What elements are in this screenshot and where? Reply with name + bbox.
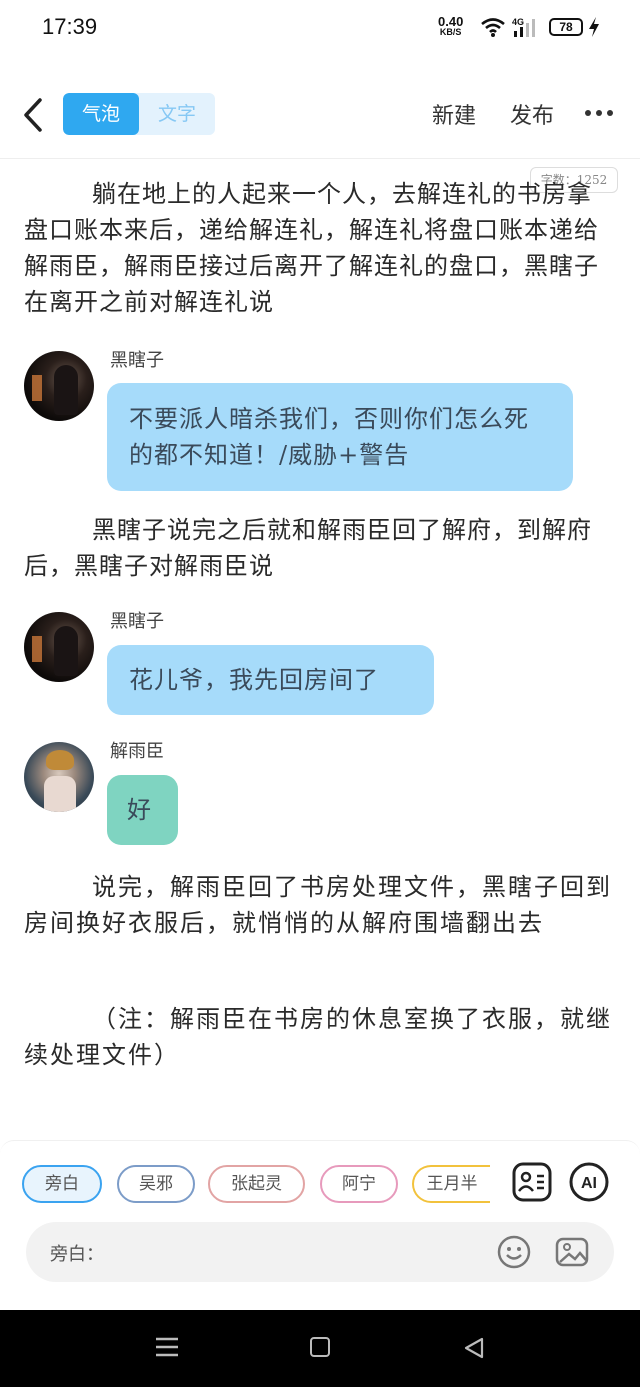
chat-bubble[interactable]: 花儿爷，我先回房间了 <box>107 645 434 715</box>
avatar[interactable] <box>24 351 94 421</box>
net-speed-unit: KB/S <box>439 27 462 37</box>
emoji-icon[interactable] <box>496 1234 532 1270</box>
chat-bubble[interactable]: 好 <box>107 775 178 845</box>
charging-bolt-icon <box>589 17 599 37</box>
recents-icon[interactable] <box>154 1335 180 1359</box>
avatar[interactable] <box>24 612 94 682</box>
input-bar: 旁白： <box>26 1222 614 1282</box>
back-arrow-icon[interactable] <box>20 96 46 134</box>
input-role-label: 旁白： <box>50 1244 104 1265</box>
narration-paragraph[interactable]: （注：解雨臣在书房的休息室换了衣服，就继续处理文件） <box>24 1001 612 1073</box>
system-nav-bar <box>0 1310 640 1387</box>
avatar[interactable] <box>24 742 94 812</box>
narration-input[interactable] <box>116 1234 486 1270</box>
role-chip-wuxie[interactable]: 吴邪 <box>117 1165 195 1203</box>
ai-button[interactable]: AI <box>568 1161 610 1203</box>
tab-text[interactable]: 文字 <box>139 93 215 135</box>
mode-switch: 气泡 文字 <box>63 93 215 135</box>
header-divider <box>0 158 640 159</box>
new-button[interactable]: 新建 <box>432 98 476 130</box>
wifi-icon <box>481 18 505 37</box>
speaker-name: 黑瞎子 <box>110 350 164 371</box>
more-icon[interactable] <box>585 110 613 118</box>
image-icon[interactable] <box>554 1234 590 1270</box>
narration-paragraph[interactable]: 黑瞎子说完之后就和解雨臣回了解府，到解府后，黑瞎子对解雨臣说 <box>24 512 612 584</box>
home-icon[interactable] <box>310 1337 330 1357</box>
signal-icon: 4G <box>512 17 535 37</box>
role-chip-aning[interactable]: 阿宁 <box>320 1165 398 1203</box>
narration-paragraph[interactable]: 说完，解雨臣回了书房处理文件，黑瞎子回到房间换好衣服后，就悄悄的从解府围墙翻出去 <box>24 869 612 941</box>
status-time: 17:39 <box>42 14 98 39</box>
speaker-name: 解雨臣 <box>110 741 164 762</box>
net-type: 4G <box>512 17 524 27</box>
role-chip-narration[interactable]: 旁白 <box>22 1165 102 1203</box>
narration-paragraph[interactable]: 躺在地上的人起来一个人，去解连礼的书房拿盘口账本来后，递给解连礼，解连礼将盘口账… <box>24 176 612 320</box>
publish-button[interactable]: 发布 <box>510 98 554 130</box>
nav-back-icon[interactable] <box>462 1336 486 1360</box>
role-chip-zhangqiling[interactable]: 张起灵 <box>208 1165 305 1203</box>
role-chip-wangyueban[interactable]: 王月半 <box>412 1165 490 1203</box>
ai-label: AI <box>581 1175 597 1192</box>
chat-bubble[interactable]: 不要派人暗杀我们，否则你们怎么死的都不知道！/威胁+警告 <box>107 383 573 491</box>
net-speed: 0.40 KB/S <box>438 15 463 38</box>
header: 气泡 文字 新建 发布 <box>0 80 640 150</box>
battery-indicator: 78 <box>549 18 583 36</box>
speaker-name: 黑瞎子 <box>110 611 164 632</box>
status-bar: 17:39 0.40 KB/S 4G 78 <box>0 0 640 58</box>
role-card-icon[interactable] <box>511 1161 553 1203</box>
tab-bubble[interactable]: 气泡 <box>63 93 139 135</box>
